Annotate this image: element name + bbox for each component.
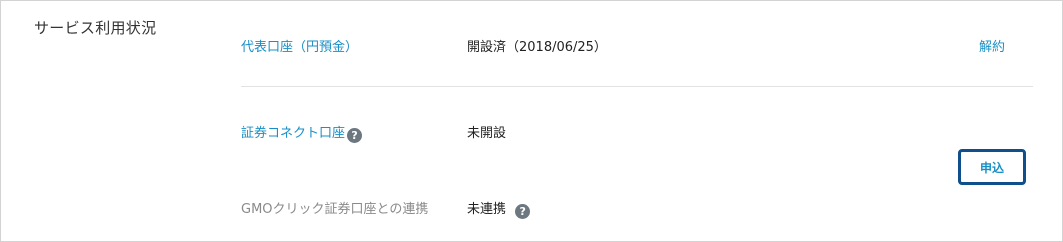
gmo-link-label: GMOクリック証券口座との連携 bbox=[241, 202, 429, 217]
help-icon[interactable]: ? bbox=[347, 128, 363, 143]
row-divider bbox=[241, 86, 1033, 87]
gmo-link-status: 未連携 bbox=[467, 202, 507, 217]
section-title: サービス利用状況 bbox=[34, 19, 157, 37]
connect-account-status: 未開設 bbox=[467, 126, 507, 141]
representative-account-link[interactable]: 代表口座（円預金） bbox=[241, 36, 358, 55]
help-icon[interactable]: ? bbox=[515, 204, 531, 219]
service-usage-panel: サービス利用状況 代表口座（円預金） 開設済（2018/06/25） 解約 証券… bbox=[0, 0, 1063, 242]
connect-account-link[interactable]: 証券コネクト口座 bbox=[241, 126, 345, 141]
apply-button[interactable]: 申込 bbox=[958, 149, 1026, 185]
connect-account-label-group: 証券コネクト口座? bbox=[241, 122, 363, 143]
representative-account-status: 開設済（2018/06/25） bbox=[467, 40, 607, 55]
gmo-link-status-group: 未連携 ? bbox=[467, 198, 531, 219]
cancel-link[interactable]: 解約 bbox=[979, 36, 1005, 55]
